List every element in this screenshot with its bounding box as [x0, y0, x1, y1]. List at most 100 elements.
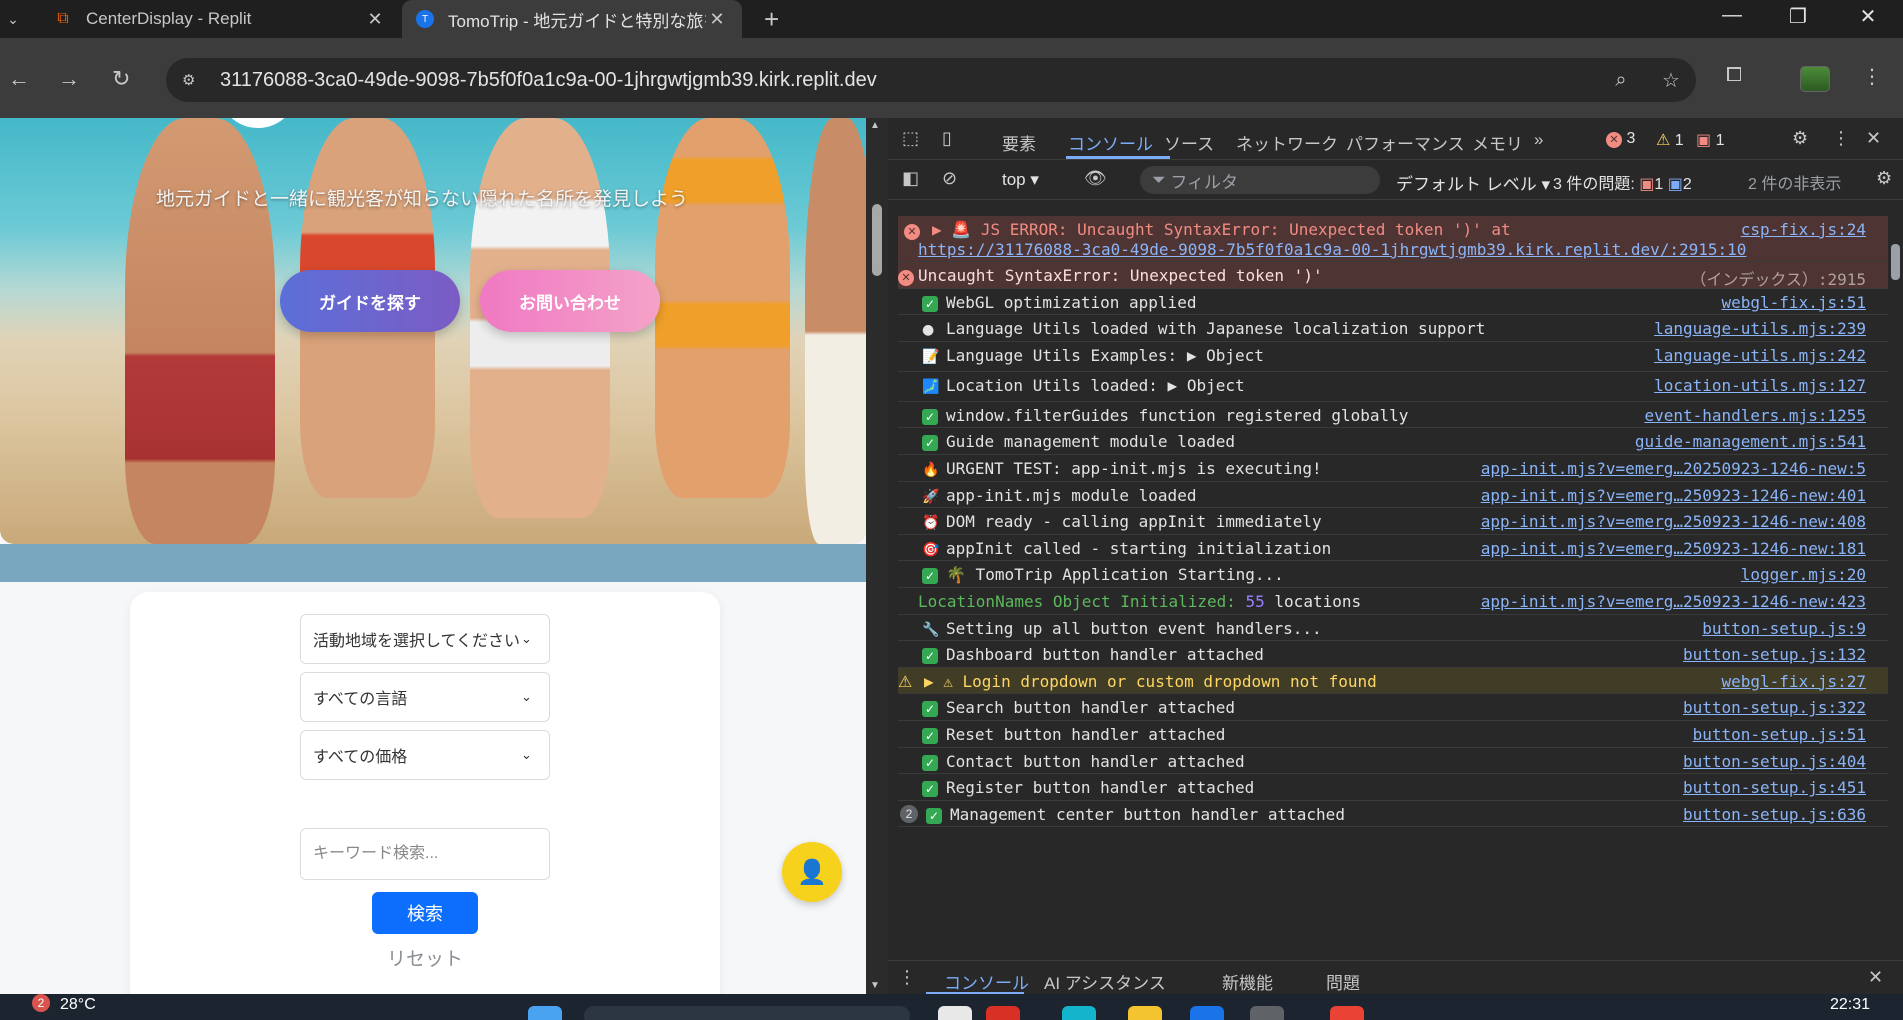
console-log-row[interactable]: 🔥 URGENT TEST: app-init.mjs is executing!… [898, 455, 1888, 482]
sidebar-toggle-icon[interactable]: ◧ [902, 168, 919, 189]
log-source-link[interactable]: logger.mjs:20 [1741, 565, 1866, 584]
profile-avatar[interactable] [1800, 66, 1830, 92]
console-log-row[interactable]: ✕ Uncaught SyntaxError: Unexpected token … [898, 262, 1888, 289]
floating-guide-button[interactable]: 👤 [782, 842, 842, 902]
log-source-link[interactable]: location-utils.mjs:127 [1654, 376, 1866, 395]
console-log-row[interactable]: ✓ Guide management module loaded guide-man… [898, 428, 1888, 455]
menu-icon[interactable]: ⋮ [1862, 64, 1882, 89]
taskbar-app-icon[interactable] [1250, 1006, 1284, 1020]
log-source-link[interactable]: app-init.mjs?v=emerg…250923-1246-new:408 [1481, 512, 1866, 531]
more-tabs-icon[interactable]: » [1534, 130, 1543, 150]
console-log-row[interactable]: ✓ Reset button handler attached button-set… [898, 721, 1888, 748]
console-log-row[interactable]: ⏰ DOM ready - calling appInit immediately… [898, 508, 1888, 535]
tab-search-dropdown-icon[interactable]: ⌄ [0, 6, 26, 32]
minimize-icon[interactable]: — [1712, 4, 1752, 27]
taskbar-app-icon[interactable] [1330, 1006, 1364, 1020]
log-source-link[interactable]: webgl-fix.js:27 [1722, 672, 1867, 691]
tab-sources[interactable]: ソース [1164, 130, 1214, 155]
taskbar-app-icon[interactable] [1062, 1006, 1096, 1020]
console-log-row[interactable]: ⚠ ▶ ⚠ Login dropdown or custom dropdown n… [898, 667, 1888, 695]
console-log-row[interactable]: 🗾 Location Utils loaded: ▶ Object location… [898, 372, 1888, 402]
search-button[interactable]: 検索 [372, 892, 478, 934]
log-source-link[interactable]: csp-fix.js:24 [1741, 220, 1866, 239]
log-source-link[interactable]: button-setup.js:51 [1693, 725, 1866, 744]
scrollbar-thumb[interactable] [1891, 244, 1900, 280]
log-source-link[interactable]: （インデックス）:2915 [1690, 266, 1866, 290]
log-source-link[interactable]: button-setup.js:451 [1683, 778, 1866, 797]
console-log-row[interactable]: https://31176088-3ca0-49de-9098-7b5f0f0a… [898, 216, 1888, 262]
devtools-close-icon[interactable]: ✕ [1866, 128, 1881, 149]
address-bar[interactable]: ⚙ 31176088-3ca0-49de-9098-7b5f0f0a1c9a-0… [166, 58, 1696, 102]
log-source-link[interactable]: app-init.mjs?v=emerg…20250923-1246-new:5 [1481, 459, 1866, 478]
page-scrollbar[interactable]: ▲ ▼ [866, 118, 888, 994]
back-icon[interactable]: ← [8, 66, 30, 92]
console-log-row[interactable]: ✓ window.filterGuides function registered… [898, 402, 1888, 429]
scrollbar-thumb[interactable] [872, 204, 882, 276]
tab-tomotrip[interactable]: T TomoTrip - 地元ガイドと特別な旅を ✕ [402, 0, 742, 38]
drawer-tab-whats-new[interactable]: 新機能 [1222, 969, 1273, 994]
log-source-link[interactable]: button-setup.js:9 [1702, 619, 1866, 638]
language-select[interactable]: すべての言語 ⌄ [300, 672, 550, 722]
zoom-icon[interactable]: ⌕ [1596, 69, 1646, 92]
settings-gear-icon[interactable]: ⚙ [1792, 128, 1808, 149]
console-scrollbar[interactable] [1888, 200, 1903, 960]
tab-centerdisplay[interactable]: ⧉ CenterDisplay - Replit ✕ [40, 0, 400, 38]
console-log-row[interactable]: 📝 Language Utils Examples: ▶ Object langua… [898, 342, 1888, 372]
tab-network[interactable]: ネットワーク [1236, 130, 1338, 155]
log-source-link[interactable]: button-setup.js:636 [1683, 805, 1866, 824]
inspect-element-icon[interactable]: ⬚ [902, 128, 919, 149]
reset-link[interactable]: リセット [130, 944, 720, 971]
taskbar-search[interactable] [584, 1006, 910, 1020]
log-level-dropdown[interactable]: デフォルト レベル ▾ [1396, 170, 1550, 195]
drawer-tab-console[interactable]: コンソール [944, 969, 1029, 994]
bookmark-star-icon[interactable]: ☆ [1646, 68, 1696, 93]
console-log-row[interactable]: ✓ 🌴 TomoTrip Application Starting... logge… [898, 561, 1888, 588]
clear-console-icon[interactable]: ⊘ [942, 168, 957, 189]
weather-widget[interactable]: 28°C [60, 996, 96, 1014]
context-selector[interactable]: top ▾ [1002, 170, 1039, 190]
issue-count-badge[interactable]: ▣ 1 [1696, 130, 1724, 150]
price-select[interactable]: すべての価格 ⌄ [300, 730, 550, 780]
devtools-menu-icon[interactable]: ⋮ [1832, 128, 1850, 149]
restore-icon[interactable]: ❐ [1778, 4, 1818, 29]
drawer-close-icon[interactable]: ✕ [1868, 967, 1883, 988]
taskbar-app-icon[interactable] [1128, 1006, 1162, 1020]
tab-console[interactable]: コンソール [1068, 130, 1153, 155]
console-filter-input[interactable]: ⏷ フィルタ [1140, 166, 1380, 194]
console-log-row[interactable]: ✓ WebGL optimization applied webgl-fix.js:… [898, 289, 1888, 316]
console-log-row[interactable]: LocationNames Object Initialized: 55 loc… [898, 588, 1888, 615]
drawer-tab-issues[interactable]: 問題 [1326, 969, 1360, 994]
console-log-row[interactable]: ✓ Dashboard button handler attached button… [898, 641, 1888, 668]
forward-icon[interactable]: → [58, 66, 80, 92]
tab-performance[interactable]: パフォーマンス [1346, 130, 1465, 155]
console-log-row[interactable]: ✓ Contact button handler attached button-s… [898, 748, 1888, 775]
console-settings-icon[interactable]: ⚙ [1876, 168, 1892, 189]
find-guide-button[interactable]: ガイドを探す [280, 270, 460, 332]
site-info-icon[interactable]: ⚙ [182, 71, 206, 89]
console-log-row[interactable]: ● Language Utils loaded with Japanese loc… [898, 315, 1888, 342]
scroll-up-icon[interactable]: ▲ [870, 120, 880, 131]
reload-icon[interactable]: ↻ [112, 66, 130, 92]
log-source-link[interactable]: button-setup.js:322 [1683, 698, 1866, 717]
log-source-link[interactable]: language-utils.mjs:242 [1654, 346, 1866, 365]
console-log-row[interactable]: ✓ Search button handler attached button-se… [898, 694, 1888, 721]
drawer-menu-icon[interactable]: ⋮ [898, 967, 916, 988]
log-source-link[interactable]: webgl-fix.js:51 [1722, 293, 1867, 312]
console-log-row[interactable]: ✓ Register button handler attached button-… [898, 774, 1888, 801]
log-source-link[interactable]: app-init.mjs?v=emerg…250923-1246-new:423 [1481, 592, 1866, 611]
window-close-icon[interactable]: ✕ [1848, 4, 1888, 29]
tab-elements[interactable]: 要素 [1002, 130, 1036, 155]
console-log-row[interactable]: 🎯 appInit called - starting initializatio… [898, 535, 1888, 562]
log-source-link[interactable]: button-setup.js:132 [1683, 645, 1866, 664]
url-text[interactable]: 31176088-3ca0-49de-9098-7b5f0f0a1c9a-00-… [220, 69, 1596, 92]
region-select[interactable]: 活動地域を選択してください ⌄ [300, 614, 550, 664]
close-icon[interactable]: ✕ [364, 9, 386, 30]
console-log-row[interactable]: 2 ✓ Management center button handler attac… [898, 801, 1888, 828]
new-tab-icon[interactable]: + [764, 4, 779, 35]
error-url-link[interactable]: https://31176088-3ca0-49de-9098-7b5f0f0a… [918, 240, 1746, 259]
keyword-search-input[interactable] [300, 828, 550, 880]
log-source-link[interactable]: button-setup.js:404 [1683, 752, 1866, 771]
issues-summary[interactable]: 3 件の問題: ▣1 ▣2 [1553, 170, 1692, 194]
taskbar-app-icon[interactable] [1190, 1006, 1224, 1020]
log-source-link[interactable]: guide-management.mjs:541 [1635, 432, 1866, 451]
